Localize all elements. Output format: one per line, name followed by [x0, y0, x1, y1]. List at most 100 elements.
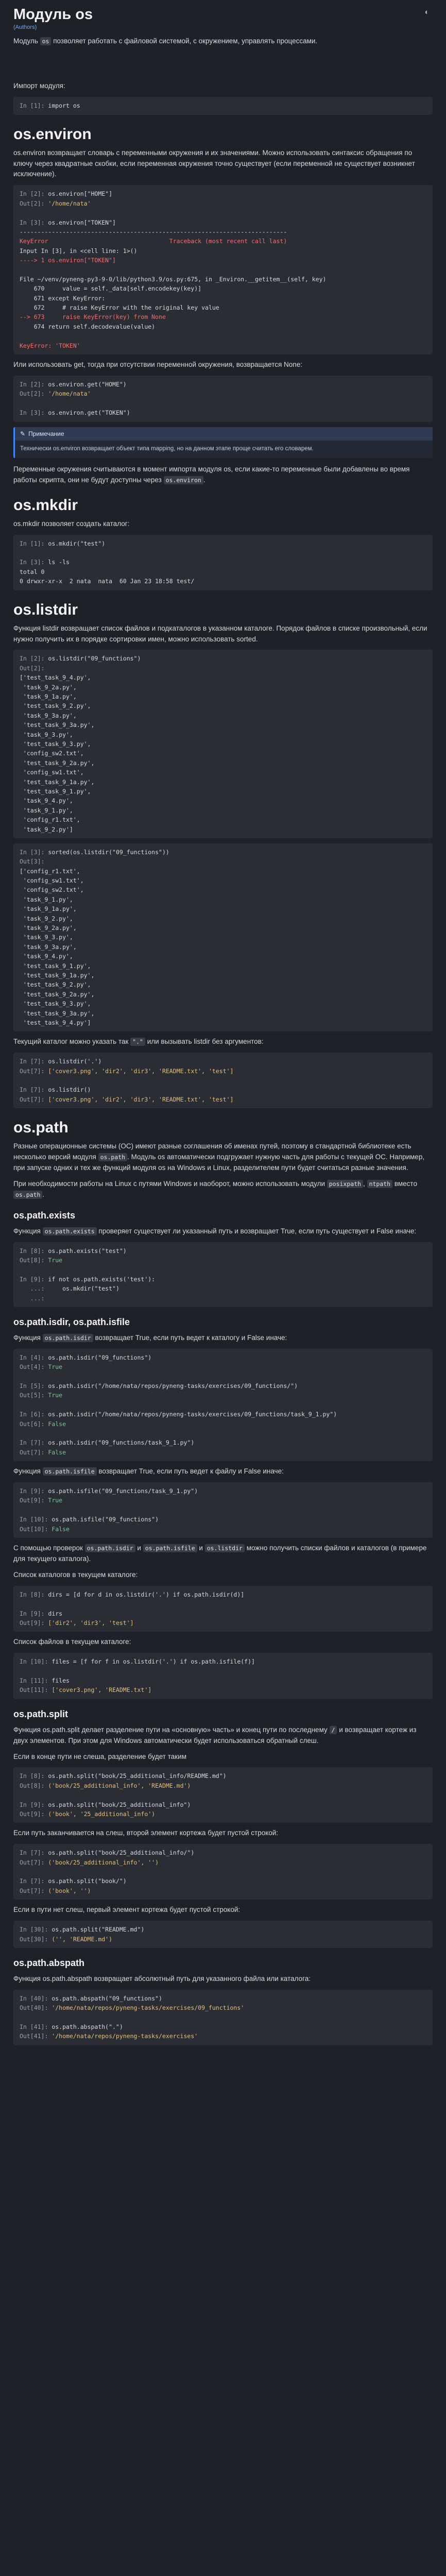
note-title: Примечание	[28, 430, 64, 437]
path-p1: Разные операционные системы (ОС) имеют р…	[13, 1142, 425, 1172]
heading-environ: os.environ	[13, 125, 92, 143]
code-line: 'task_9_2.py',	[20, 914, 73, 922]
code-line: 'task_9_3a.py',	[20, 711, 77, 719]
code-cell: In [3]: sorted(os.listdir("09_functions"…	[13, 843, 433, 1032]
code-line: 'test_task_9_2a.py',	[20, 990, 95, 998]
code-cell: In [9]: os.path.isfile("09_functions/tas…	[13, 1482, 433, 1538]
code-line: Out[3]:	[20, 858, 45, 866]
abspath-desc: Функция os.path.abspath возвращает абсол…	[13, 1974, 311, 1982]
code-line: 'test_task_9_1.py',	[20, 787, 91, 795]
split-l3: Если в пути нет слеш, первый элемент кор…	[13, 1906, 241, 1914]
code-line: In [7]: os.listdir('.')	[20, 1058, 102, 1065]
code-line: Out[9]: True	[20, 1497, 63, 1504]
listdir-cur-text: Текущий каталог можно указать так "." ил…	[13, 1038, 264, 1046]
code-line: In [2]: os.listdir("09_functions")	[20, 655, 141, 663]
code-line: --> 673 raise KeyError(key) from None	[20, 313, 166, 321]
code-line: ...: os.mkdir("test")	[20, 1285, 119, 1293]
code-line: In [3]: os.environ.get("TOKEN")	[20, 409, 130, 417]
code-line: Out[8]: True	[20, 1257, 63, 1264]
code-cell: In [8]: dirs = [d for d in os.listdir('.…	[13, 1585, 433, 1632]
code-line: In [9]: if not os.path.exists('test'):	[20, 1275, 156, 1283]
files-label: Список файлов в текущем каталоге:	[13, 1638, 131, 1646]
code-cell: In [8]: os.path.split("book/25_additiona…	[13, 1767, 433, 1823]
environ-get-text: Или использовать get, тогда при отсутств…	[13, 361, 303, 369]
code-line: 'test_task_9_4.py']	[20, 1019, 91, 1026]
code-line: KeyError Traceback (most recent call las…	[20, 238, 287, 245]
code-line: 'task_9_1a.py',	[20, 693, 77, 701]
heading-abspath: os.path.abspath	[13, 1957, 85, 1968]
code-line: 674 return self.decodevalue(value)	[20, 323, 156, 330]
code-line: 'task_9_2a.py',	[20, 924, 77, 932]
code-line: 'task_9_4.py',	[20, 953, 73, 960]
code-line: In [8]: dirs = [d for d in os.listdir('.…	[20, 1590, 245, 1598]
code-line: Out[7]: ['cover3.png', 'dir2', 'dir3', '…	[20, 1095, 234, 1103]
code-line: In [2]: os.environ["HOME"]	[20, 190, 113, 198]
pencil-icon: ✎	[20, 430, 26, 437]
code-line: 'task_9_2a.py',	[20, 683, 77, 691]
isdir-desc: Функция os.path.isdir возвращает True, е…	[13, 1333, 287, 1342]
code-line: In [41]: os.path.abspath(".")	[20, 2023, 123, 2030]
code-line: 'test_task_9_1a.py',	[20, 778, 95, 786]
code-cell: In [7]: os.path.split("book/25_additiona…	[13, 1844, 433, 1900]
heading-path: os.path	[13, 1119, 68, 1137]
code-line: Out[30]: ('', 'README.md')	[20, 1935, 113, 1943]
code-cell: In [30]: os.path.split("README.md") Out[3…	[13, 1921, 433, 1948]
path-p2: При необходимости работы на Linux с путя…	[13, 1179, 417, 1199]
code-line: In [4]: os.path.isdir("09_functions")	[20, 1353, 152, 1361]
code-line: 'task_9_3.py',	[20, 934, 73, 941]
code-line: 'task_9_3.py',	[20, 731, 73, 738]
code-line: Out[2]:	[20, 664, 48, 672]
code-line: ----------------------------------------…	[20, 228, 287, 235]
code-line: 'config_r1.txt',	[20, 816, 80, 824]
code-line: 'test_task_9_3.py',	[20, 1000, 91, 1008]
code-line: 'task_9_2.py']	[20, 825, 73, 833]
code-line: Out[5]: True	[20, 1392, 63, 1399]
code-line: 'test_task_9_2.py',	[20, 981, 91, 989]
code-line: Out[2]: '/home/nata'	[20, 199, 91, 207]
code-line: In [11]: files	[20, 1676, 70, 1684]
code-line: ['config_r1.txt',	[20, 867, 80, 875]
code-cell: In [7]: os.listdir('.') Out[7]: ['cover3.…	[13, 1053, 433, 1109]
code-line: In [7]: os.path.isdir("09_functions/task…	[20, 1439, 195, 1447]
exists-desc: Функция os.path.exists проверяет существ…	[13, 1227, 417, 1235]
heading-isdir: os.path.isdir, os.path.isfile	[13, 1316, 130, 1327]
code-line: In [3]: ls -ls	[20, 558, 70, 566]
code-line: In [7]: os.listdir()	[20, 1086, 91, 1094]
listdir-desc: Функция listdir возвращает список файлов…	[13, 624, 427, 643]
code-line: Out[2]: '/home/nata'	[20, 390, 91, 398]
authors-link[interactable]: (Authors)	[13, 23, 433, 32]
code-line: 'task_9_3a.py',	[20, 943, 77, 951]
code-line: In [9]: os.path.split("book/25_additiona…	[20, 1801, 191, 1808]
code-line: 'task_9_4.py',	[20, 797, 73, 805]
code-cell: In [40]: os.path.abspath("09_functions")…	[13, 1989, 433, 2045]
split-l1: Если в конце пути не слеша, разделение б…	[13, 1752, 186, 1760]
code-line: In [9]: dirs	[20, 1609, 63, 1617]
code-line: In [3]: os.environ["TOKEN"]	[20, 218, 116, 226]
code-line: In [8]: os.path.exists("test")	[20, 1247, 127, 1255]
code-line: In [3]: sorted(os.listdir("09_functions"…	[20, 848, 169, 856]
sun-moon-icon[interactable]: ◐	[421, 6, 433, 18]
code-line: In [5]: os.path.isdir("/home/nata/repos/…	[20, 1382, 298, 1389]
intro-text: Модуль os позволяет работать с файловой …	[13, 37, 318, 46]
code-line: In [10]: files = [f for f in os.listdir(…	[20, 1658, 255, 1666]
code-line: 'test_task_9_3.py',	[20, 740, 91, 748]
code-line: 'test_task_9_1.py',	[20, 962, 91, 970]
split-desc: Функция os.path.split делает разделение …	[13, 1725, 417, 1744]
code-line: 'test_task_9_3a.py',	[20, 721, 95, 729]
code-line: 'config_sw2.txt',	[20, 750, 84, 757]
code-line: In [40]: os.path.abspath("09_functions")	[20, 1994, 162, 2002]
environ-vars-text: Переменные окружения считываются в момен…	[13, 465, 410, 484]
code-cell: In [2]: os.environ.get("HOME") Out[2]: '/…	[13, 375, 433, 422]
heading-exists: os.path.exists	[13, 1210, 76, 1221]
code-line: Out[7]: ('book/25_additional_info', '')	[20, 1858, 159, 1866]
code-line: 'test_task_9_2a.py',	[20, 759, 95, 767]
